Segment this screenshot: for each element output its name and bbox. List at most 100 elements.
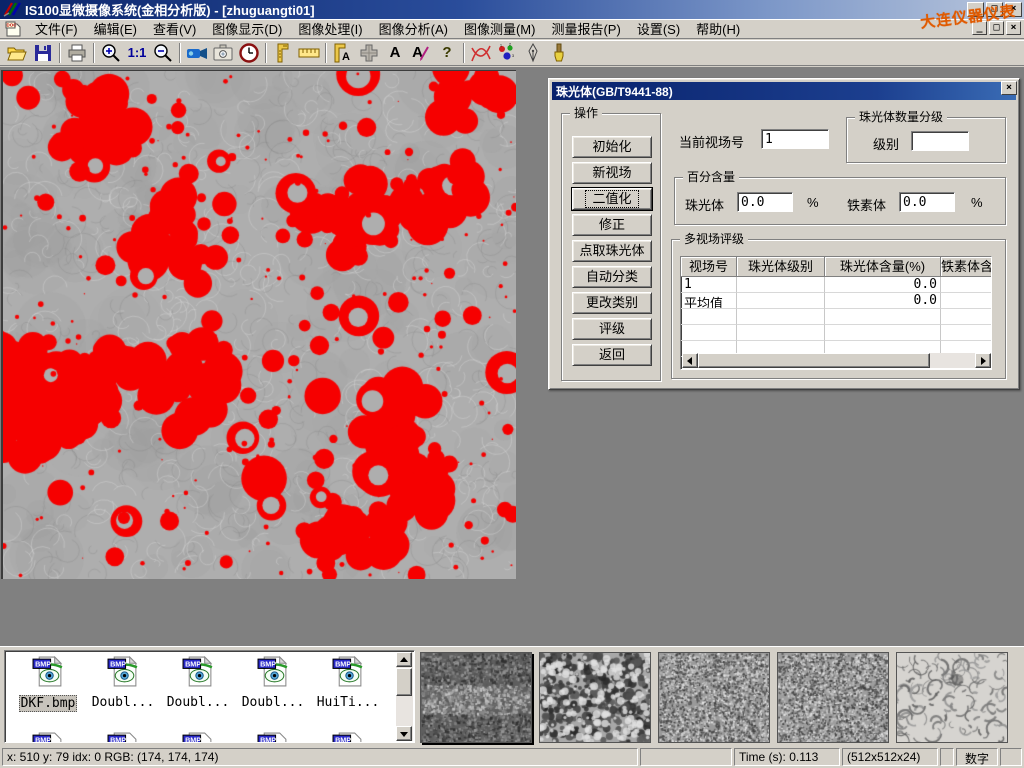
pearlite-dialog[interactable]: 珠光体(GB/T9441-88) × 操作 初始化 新视场 二值化 修正 点取珠…	[548, 78, 1020, 390]
svg-text:BMP: BMP	[260, 659, 276, 668]
operations-group-label: 操作	[570, 106, 602, 120]
file-item[interactable]: BMP Doubl...	[163, 655, 233, 711]
document-icon[interactable]: DOC	[5, 21, 23, 37]
annotate-icon[interactable]: A	[408, 41, 434, 65]
file-item[interactable]: BMP	[238, 731, 308, 743]
save-icon[interactable]	[30, 41, 56, 65]
rate-button[interactable]: 评级	[572, 318, 652, 340]
caliper-text-icon[interactable]: A	[330, 41, 356, 65]
bmp-file-icon: BMP	[107, 731, 140, 743]
menu-help[interactable]: 帮助(H)	[688, 17, 748, 40]
table-horizontal-scrollbar[interactable]	[682, 353, 991, 368]
thumbnail-image[interactable]	[539, 652, 651, 743]
mdi-close-button[interactable]: ×	[1006, 21, 1021, 35]
curve-icon[interactable]	[468, 41, 494, 65]
menu-view[interactable]: 查看(V)	[145, 17, 204, 40]
menu-image-analysis[interactable]: 图像分析(A)	[371, 17, 456, 40]
file-item[interactable]: BMP Doubl...	[88, 655, 158, 711]
scroll-left-icon[interactable]	[682, 353, 698, 368]
caliper-icon[interactable]	[270, 41, 296, 65]
cell	[941, 309, 992, 325]
ferrite-input[interactable]	[899, 192, 955, 212]
return-button[interactable]: 返回	[572, 344, 652, 366]
file-name: DKF.bmp	[19, 695, 78, 712]
menu-image-display[interactable]: 图像显示(D)	[204, 17, 290, 40]
auto-classify-button[interactable]: 自动分类	[572, 266, 652, 288]
scrollbar-thumb[interactable]	[698, 353, 930, 368]
svg-text:BMP: BMP	[110, 735, 126, 743]
open-icon[interactable]	[4, 41, 30, 65]
file-item[interactable]: BMP	[313, 731, 383, 743]
bmp-file-icon: BMP	[257, 731, 290, 743]
grade-label: 级别	[873, 134, 899, 153]
menu-file[interactable]: 文件(F)	[27, 17, 86, 40]
menu-image-measure[interactable]: 图像测量(M)	[456, 17, 544, 40]
pen-icon[interactable]	[520, 41, 546, 65]
zoom-out-icon[interactable]	[150, 41, 176, 65]
rating-table[interactable]: 视场号 珠光体级别 珠光体含量(%) 铁素体含量(%) 1 0.0 平均值 0.…	[680, 256, 992, 370]
scroll-up-icon[interactable]	[396, 652, 412, 667]
dialog-close-icon[interactable]: ×	[1001, 81, 1017, 95]
pick-pearlite-button[interactable]: 点取珠光体	[572, 240, 652, 262]
micrograph-image[interactable]	[1, 70, 516, 579]
brush-icon[interactable]	[546, 41, 572, 65]
video-camera-icon[interactable]	[184, 41, 210, 65]
thumbnail-image[interactable]	[420, 652, 532, 743]
text-icon[interactable]: A	[382, 41, 408, 65]
svg-text:BMP: BMP	[185, 659, 201, 668]
init-button[interactable]: 初始化	[572, 136, 652, 158]
file-item[interactable]: BMP	[13, 731, 83, 743]
file-item[interactable]: BMP	[88, 731, 158, 743]
change-class-button[interactable]: 更改类别	[572, 292, 652, 314]
file-item[interactable]: BMP Doubl...	[238, 655, 308, 711]
help-icon[interactable]: ?	[434, 41, 460, 65]
thumbnail-image[interactable]	[777, 652, 889, 743]
table-row[interactable]	[681, 325, 991, 341]
dialog-title-bar[interactable]: 珠光体(GB/T9441-88)	[552, 82, 1016, 100]
zoom-in-icon[interactable]	[98, 41, 124, 65]
pearlite-percent-sign: %	[807, 195, 819, 210]
pearlite-label: 珠光体	[685, 195, 724, 214]
one-to-one-icon[interactable]: 1:1	[124, 41, 150, 65]
binarize-button[interactable]: 二值化	[572, 188, 652, 210]
cell: 1	[681, 277, 737, 293]
file-list-scrollbar[interactable]	[396, 652, 413, 741]
toolbar-separator	[325, 43, 327, 63]
menu-edit[interactable]: 编辑(E)	[86, 17, 145, 40]
new-field-button[interactable]: 新视场	[572, 162, 652, 184]
bmp-file-icon: BMP	[332, 731, 365, 743]
thumbnail-image[interactable]	[658, 652, 770, 743]
menu-settings[interactable]: 设置(S)	[629, 17, 688, 40]
file-list[interactable]: BMP DKF.bmp BMP Doubl... BMP	[4, 650, 415, 743]
clock-icon[interactable]	[236, 41, 262, 65]
scrollbar-thumb[interactable]	[396, 668, 412, 696]
col-pearlite-content: 珠光体含量(%)	[825, 257, 941, 277]
file-item[interactable]: BMP HuiTi...	[313, 655, 383, 711]
file-item[interactable]: BMP DKF.bmp	[13, 655, 83, 712]
current-field-input[interactable]	[761, 129, 829, 149]
bmp-file-icon: BMP	[32, 655, 65, 688]
grade-input[interactable]	[911, 131, 969, 151]
menu-image-process[interactable]: 图像处理(I)	[290, 17, 370, 40]
status-image-size: (512x512x24)	[842, 748, 938, 766]
operations-group: 操作 初始化 新视场 二值化 修正 点取珠光体 自动分类 更改类别 评级 返回	[561, 113, 661, 381]
pearlite-input[interactable]	[737, 192, 793, 212]
scroll-down-icon[interactable]	[396, 726, 412, 741]
table-row[interactable]: 平均值 0.0	[681, 293, 991, 309]
cell	[941, 293, 992, 309]
ferrite-percent-sign: %	[971, 195, 983, 210]
correct-button[interactable]: 修正	[572, 214, 652, 236]
camera-icon[interactable]	[210, 41, 236, 65]
classify-icon[interactable]: 123	[494, 41, 520, 65]
file-item[interactable]: BMP	[163, 731, 233, 743]
cross-grid-icon[interactable]	[356, 41, 382, 65]
menu-report[interactable]: 测量报告(P)	[543, 17, 628, 40]
thumbnail-image[interactable]	[896, 652, 1008, 743]
ruler-icon[interactable]	[296, 41, 322, 65]
table-row[interactable]: 1 0.0	[681, 277, 991, 293]
svg-text:1: 1	[500, 43, 502, 47]
scroll-right-icon[interactable]	[975, 353, 991, 368]
table-row[interactable]	[681, 309, 991, 325]
print-icon[interactable]	[64, 41, 90, 65]
file-name: HuiTi...	[316, 695, 381, 710]
